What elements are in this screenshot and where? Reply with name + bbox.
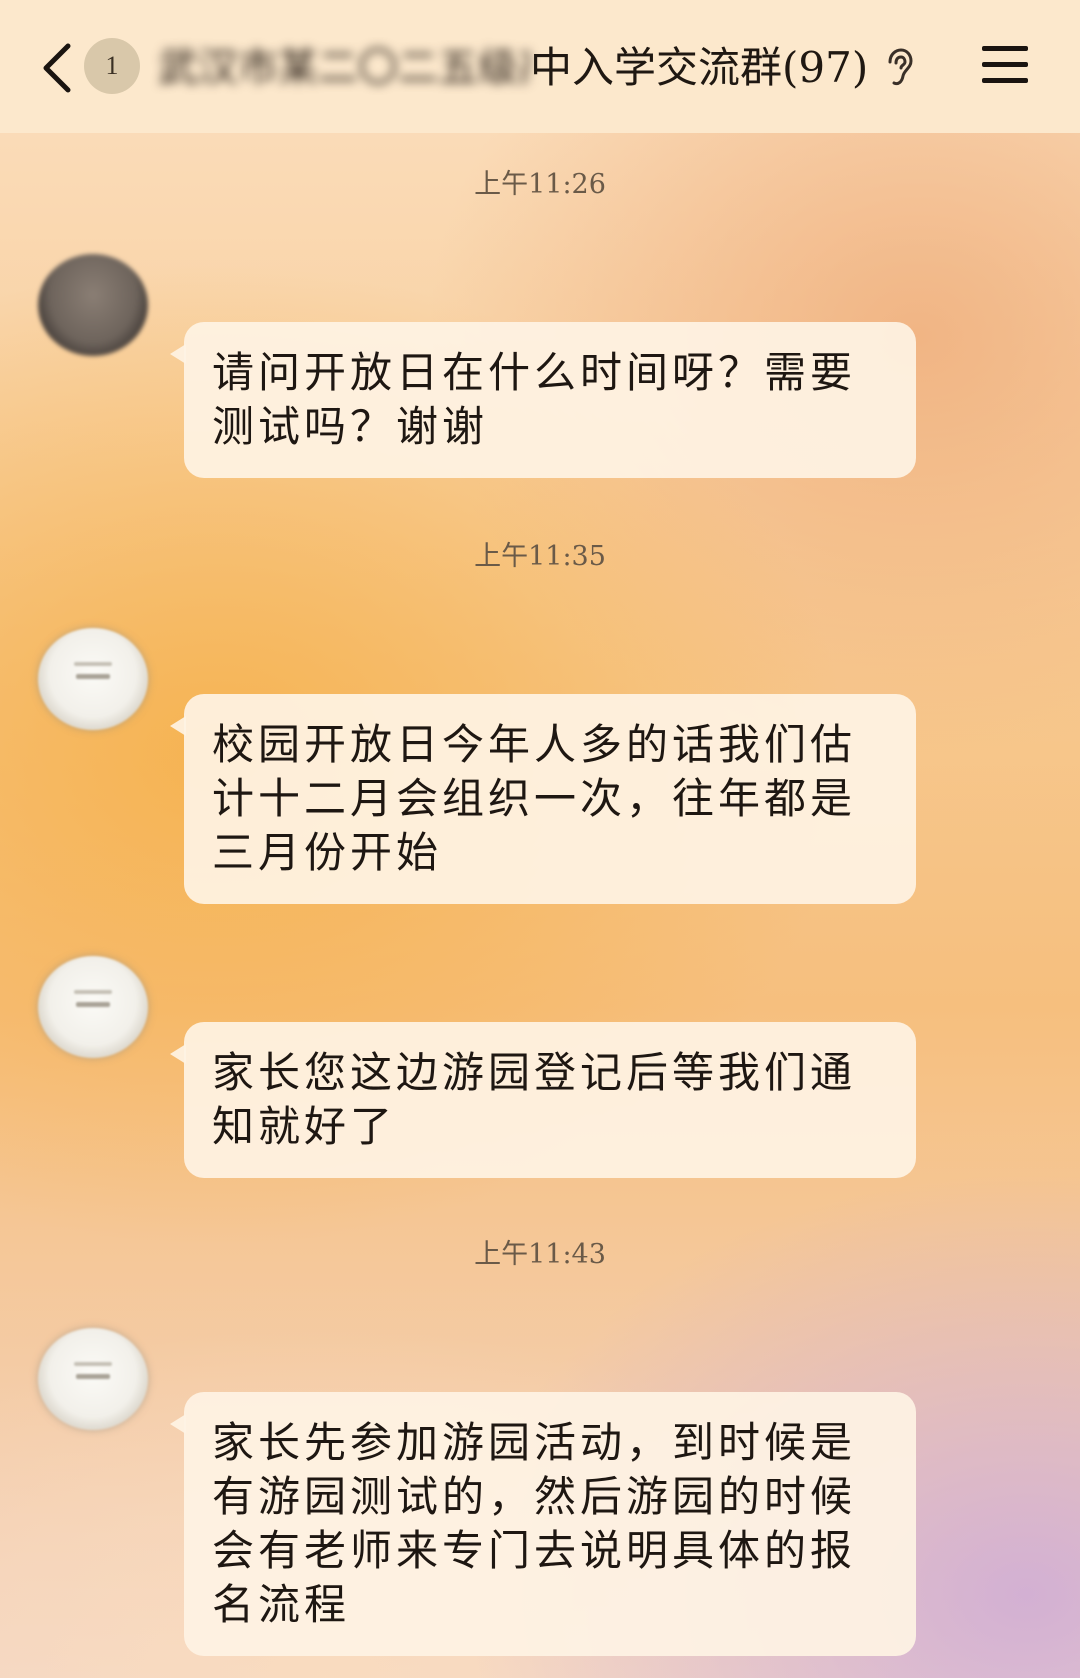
message-bubble[interactable]: 家长先参加游园活动，到时候是有游园测试的，然后游园的时候会有老师来专门去说明具体… (170, 1392, 916, 1656)
blurred-group-name: 武汉市某二〇二五级高 (158, 46, 530, 90)
hamburger-menu-icon[interactable] (982, 44, 1028, 84)
message-bubble[interactable]: 校园开放日今年人多的话我们估计十二月会组织一次，往年都是三月份开始 (170, 694, 916, 904)
sender-avatar[interactable] (38, 254, 148, 356)
group-title: 中入学交流群(97) (530, 43, 869, 92)
message-bubble[interactable]: 家长您这边游园登记后等我们通知就好了 (170, 1022, 916, 1178)
message-timestamp: 上午11:35 (474, 541, 606, 572)
ear-icon (888, 48, 913, 86)
sender-avatar[interactable] (38, 956, 148, 1058)
sender-avatar[interactable] (38, 628, 148, 730)
chat-header: 1 武汉市某二〇二五级高 中入学交流群(97) (0, 0, 1080, 133)
message-text: 家长先参加游园活动，到时候是有游园测试的，然后游园的时候会有老师来专门去说明具体… (212, 1418, 857, 1629)
unread-count-badge[interactable]: 1 (84, 38, 140, 94)
sender-avatar[interactable] (38, 1328, 148, 1430)
message-text: 请问开放日在什么时间呀？需要测试吗？谢谢 (212, 348, 857, 451)
message-text: 校园开放日今年人多的话我们估计十二月会组织一次，往年都是三月份开始 (212, 720, 857, 877)
message-timestamp: 上午11:26 (474, 169, 606, 200)
message-timestamp: 上午11:43 (474, 1239, 606, 1270)
chevron-left-icon[interactable] (38, 40, 78, 96)
message-bubble[interactable]: 请问开放日在什么时间呀？需要测试吗？谢谢 (170, 322, 916, 478)
message-text: 家长您这边游园登记后等我们通知就好了 (212, 1048, 857, 1151)
